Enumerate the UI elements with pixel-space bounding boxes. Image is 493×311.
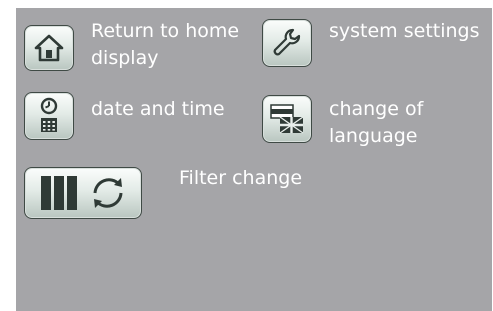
- date-time-label: date and time: [91, 98, 225, 120]
- home-button[interactable]: [24, 25, 74, 71]
- filter-change-icon: [41, 176, 123, 210]
- filter-change-button[interactable]: [24, 167, 142, 219]
- flag-icon: [270, 104, 304, 134]
- system-settings-button[interactable]: [262, 19, 312, 67]
- language-button[interactable]: [262, 95, 312, 143]
- settings-menu-screen: Return to home display system settings d…: [16, 8, 492, 311]
- language-label: change of language: [329, 98, 424, 147]
- clock-calendar-icon: [40, 97, 58, 132]
- filter-change-label: Filter change: [179, 167, 303, 189]
- home-icon: [34, 34, 64, 62]
- wrench-icon: [273, 28, 301, 56]
- date-time-button[interactable]: [24, 92, 74, 140]
- system-settings-label: system settings: [329, 20, 480, 42]
- home-label: Return to home display: [91, 20, 240, 69]
